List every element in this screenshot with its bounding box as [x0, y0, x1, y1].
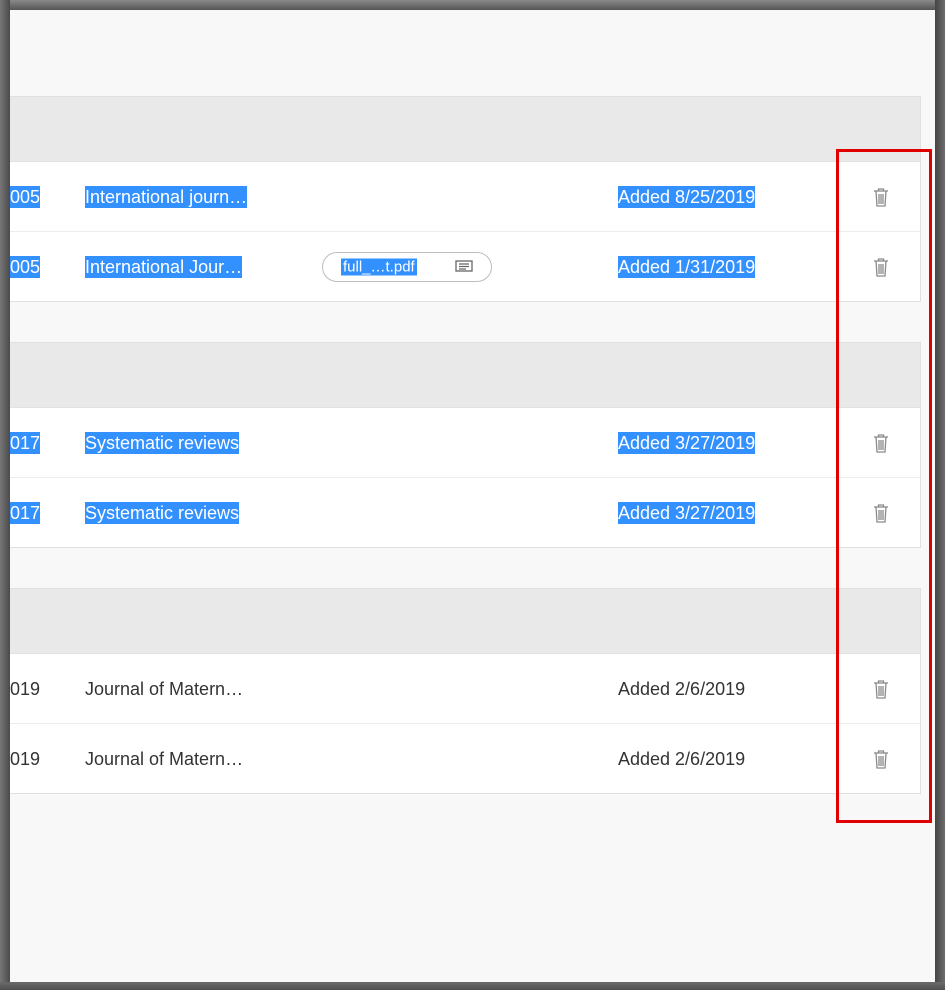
table-row[interactable]: 019 Journal of Matern… Added 2/6/2019: [10, 723, 920, 793]
trash-icon[interactable]: [872, 432, 890, 454]
trash-icon[interactable]: [872, 186, 890, 208]
year-cell: 005: [10, 255, 41, 278]
year-cell: 017: [10, 501, 41, 524]
group-header[interactable]: [10, 97, 920, 162]
year-cell: 005: [10, 185, 41, 208]
trash-icon[interactable]: [872, 748, 890, 770]
added-date-cell: Added 1/31/2019: [618, 255, 756, 278]
year-cell: 019: [10, 678, 41, 699]
year-cell: 017: [10, 431, 41, 454]
added-date-cell: Added 3/27/2019: [618, 501, 756, 524]
journal-cell: Systematic reviews: [85, 501, 240, 524]
attachment-pill[interactable]: full_…t.pdf: [322, 251, 492, 282]
reference-group: 005 International journ… Added 8/25/2019…: [10, 96, 921, 302]
added-date-cell: Added 8/25/2019: [618, 185, 756, 208]
journal-cell: Journal of Matern…: [85, 678, 244, 699]
year-cell: 019: [10, 748, 41, 769]
added-date-cell: Added 2/6/2019: [618, 678, 746, 699]
reference-list-page: 005 International journ… Added 8/25/2019…: [10, 10, 935, 982]
journal-cell: Systematic reviews: [85, 431, 240, 454]
trash-icon[interactable]: [872, 502, 890, 524]
journal-cell: International Jour…: [85, 255, 243, 278]
journal-cell: Journal of Matern…: [85, 748, 244, 769]
group-header[interactable]: [10, 343, 920, 408]
group-header[interactable]: [10, 589, 920, 654]
window-frame-right: [935, 0, 945, 990]
table-row[interactable]: 017 Systematic reviews Added 3/27/2019: [10, 477, 920, 547]
table-row[interactable]: 017 Systematic reviews Added 3/27/2019: [10, 408, 920, 477]
trash-icon[interactable]: [872, 256, 890, 278]
journal-cell: International journ…: [85, 185, 248, 208]
comment-icon[interactable]: [455, 259, 473, 274]
attachment-filename: full_…t.pdf: [341, 258, 417, 275]
table-row[interactable]: 019 Journal of Matern… Added 2/6/2019: [10, 654, 920, 723]
table-row[interactable]: 005 International Jour… full_…t.pdf Adde…: [10, 231, 920, 301]
window-frame-left: [0, 0, 10, 990]
trash-icon[interactable]: [872, 678, 890, 700]
window-frame-bottom: [0, 982, 945, 990]
reference-group: 019 Journal of Matern… Added 2/6/2019 01…: [10, 588, 921, 794]
table-row[interactable]: 005 International journ… Added 8/25/2019: [10, 162, 920, 231]
added-date-cell: Added 2/6/2019: [618, 748, 746, 769]
reference-group: 017 Systematic reviews Added 3/27/2019 0…: [10, 342, 921, 548]
window-frame-top: [0, 0, 945, 10]
added-date-cell: Added 3/27/2019: [618, 431, 756, 454]
